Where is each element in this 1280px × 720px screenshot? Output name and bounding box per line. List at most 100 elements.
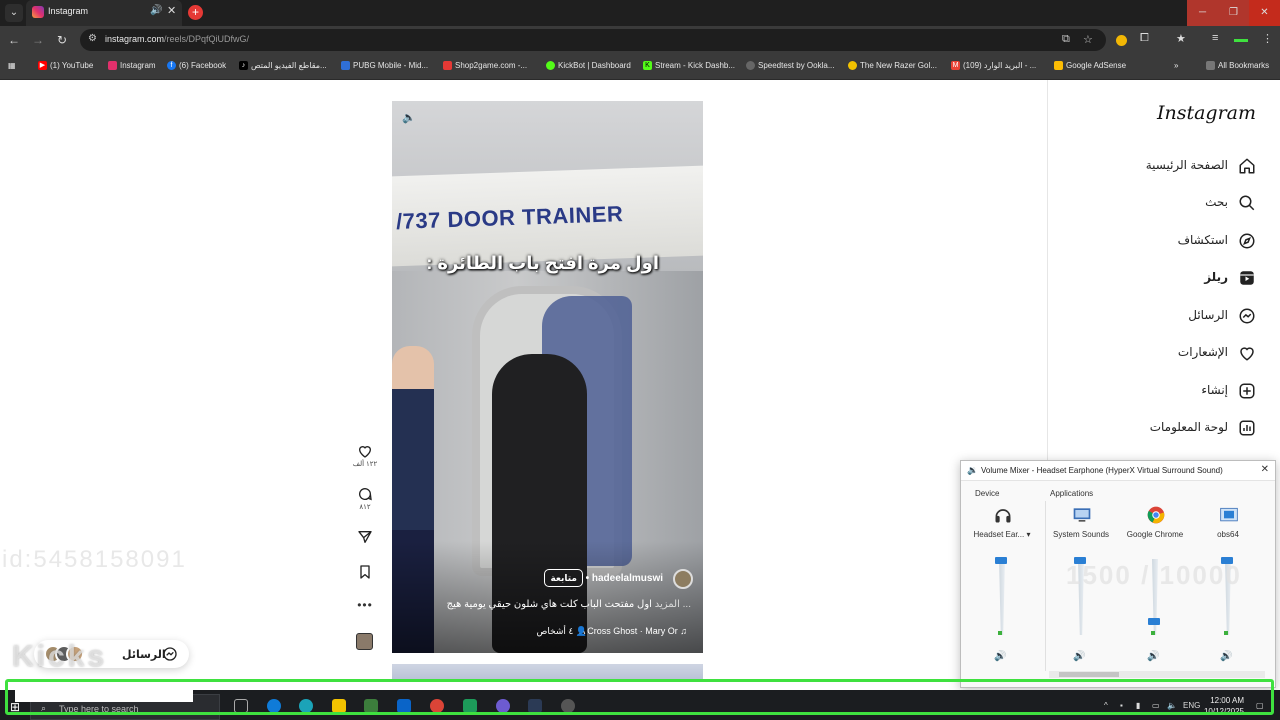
bookmark-pubg[interactable]: PUBG Mobile - Mid... (341, 61, 428, 70)
author-avatar[interactable] (673, 569, 693, 589)
like-button[interactable]: ١٢٢ ألف (349, 443, 381, 468)
sidebar-item-search[interactable]: بحث (1048, 188, 1280, 218)
favorites-icon[interactable]: ★ (1176, 32, 1186, 45)
level-meter (998, 631, 1002, 635)
instagram-favicon-icon (32, 6, 44, 18)
tagged-people[interactable]: 👤 ٤ أشخاص (536, 626, 587, 637)
sidebar-item-home[interactable]: الصفحة الرئيسية (1048, 151, 1280, 181)
bookmark-shop2game[interactable]: Shop2game.com -... (443, 61, 527, 70)
reel-music[interactable]: A Cross Ghost · Mary Or ♫ (579, 626, 687, 636)
slider-thumb[interactable] (995, 557, 1007, 564)
mixer-horizontal-scrollbar[interactable] (1049, 671, 1265, 678)
address-bar[interactable]: ⚙ instagram.com/reels/DPqfQiUDfwG/ ⧉ ☆ (80, 29, 1106, 51)
extension-circle-icon[interactable] (1116, 35, 1127, 46)
tab-audio-icon[interactable]: 🔊 (150, 5, 162, 16)
heart-icon (358, 446, 372, 458)
bookmark-youtube[interactable]: ▶ (1) YouTube (38, 61, 93, 70)
browser-menu-icon[interactable]: ⋮ (1262, 32, 1273, 45)
bookmark-star-icon[interactable]: ☆ (1083, 33, 1093, 46)
media-controls-icon[interactable]: ≡ (1212, 32, 1218, 44)
apps-grid-icon[interactable]: ▦ (8, 61, 16, 70)
volume-icon[interactable]: 🔈 (402, 111, 416, 124)
mute-speaker-icon[interactable]: 🔊 (994, 651, 1006, 662)
gmail-icon: M (951, 61, 960, 70)
kicks-overlay: Kicks (12, 640, 108, 673)
mixer-close-icon[interactable]: ✕ (1261, 464, 1269, 475)
bookmarks-bar: ▦ ▶ (1) YouTube Instagram f (6) Facebook ♪… (0, 55, 1280, 80)
window-controls: ─ ❐ ✕ (1187, 0, 1280, 26)
site-info-icon[interactable]: ⚙ (88, 33, 97, 44)
bookmark-instagram[interactable]: Instagram (108, 61, 156, 70)
reel-video[interactable]: /737 DOOR TRAINER اول مرة افتح باب الطائ… (392, 101, 703, 653)
sidebar-item-dashboard[interactable]: لوحة المعلومات (1048, 413, 1280, 443)
device-selector[interactable]: Headset Ear... ▾ (965, 530, 1039, 539)
bookmark-kickbot[interactable]: KickBot | Dashboard (546, 61, 631, 70)
author-username[interactable]: • hadeelalmuswi (586, 573, 663, 584)
sidebar-item-label: بحث (1205, 195, 1228, 209)
more-options-button[interactable]: ••• (349, 596, 381, 614)
comment-icon (359, 488, 372, 501)
speaker-icon: 🔉 (967, 465, 979, 475)
comment-button[interactable]: ٨١٢ (349, 486, 381, 511)
scrollbar-thumb[interactable] (1059, 672, 1119, 677)
caption-more[interactable]: ... المزيد (655, 599, 691, 610)
bookmark-tiktok[interactable]: ♪ مقاطع الفيديو المتص... (239, 61, 327, 70)
stream-id-overlay: id:5458158091 (2, 546, 187, 573)
sidebar-item-explore[interactable]: استكشاف (1048, 226, 1280, 256)
pubg-icon (341, 61, 350, 70)
razer-icon (848, 61, 857, 70)
mute-speaker-icon[interactable]: 🔊 (1073, 651, 1085, 662)
comment-count: ٨١٢ (359, 504, 371, 511)
headset-icon (995, 509, 1011, 523)
bookmark-gmail[interactable]: M البريد الوارد (109) - ... (951, 61, 1036, 70)
headset-volume-slider[interactable] (995, 557, 1009, 637)
overlay-green-frame (5, 679, 1274, 715)
channel-label: System Sounds (1052, 530, 1110, 539)
mute-speaker-icon[interactable]: 🔊 (1147, 651, 1159, 662)
install-app-icon[interactable]: ⧉ (1062, 33, 1070, 46)
kickbot-icon (546, 61, 555, 70)
save-button[interactable] (349, 564, 381, 580)
browser-tab-strip: ⌄ Instagram 🔊 ✕ + ─ ❐ ✕ (0, 0, 1280, 26)
forward-icon[interactable]: → (30, 32, 46, 48)
profile-icon[interactable] (1234, 39, 1248, 42)
sidebar-item-label: الصفحة الرئيسية (1145, 158, 1228, 172)
audio-thumbnail[interactable] (356, 633, 373, 650)
kick-icon: K (643, 61, 652, 70)
bookmark-facebook[interactable]: f (6) Facebook (167, 61, 226, 70)
bookmarks-overflow-icon[interactable]: » (1174, 61, 1178, 70)
more-icon: ••• (357, 598, 373, 612)
instagram-logo[interactable]: Instagram (1157, 102, 1256, 124)
tab-search-button[interactable]: ⌄ (5, 4, 23, 22)
adsense-icon (1054, 61, 1063, 70)
tab-instagram[interactable]: Instagram 🔊 ✕ (26, 0, 182, 26)
maximize-button[interactable]: ❐ (1218, 0, 1249, 26)
mute-speaker-icon[interactable]: 🔊 (1220, 651, 1232, 662)
back-icon[interactable]: ← (6, 32, 22, 48)
tiktok-icon: ♪ (239, 61, 248, 70)
tab-title: Instagram (48, 6, 89, 16)
follow-button[interactable]: متابعة (544, 569, 583, 587)
extensions-icon[interactable]: ⧠ (1140, 32, 1149, 45)
sidebar-item-notifications[interactable]: الإشعارات (1048, 338, 1280, 368)
home-icon (1239, 158, 1255, 174)
create-icon (1239, 383, 1255, 399)
share-button[interactable] (349, 529, 381, 545)
sidebar-item-create[interactable]: إنشاء (1048, 376, 1280, 406)
sidebar-item-messages[interactable]: الرسائل (1048, 301, 1280, 331)
next-reel-preview[interactable] (392, 664, 703, 680)
bookmark-razer[interactable]: The New Razer Gol... (848, 61, 937, 70)
all-bookmarks-button[interactable]: All Bookmarks (1206, 61, 1269, 70)
reload-icon[interactable]: ↻ (54, 32, 70, 48)
bookmark-kick-stream[interactable]: K Stream - Kick Dashb... (643, 61, 735, 70)
bookmark-speedtest[interactable]: Speedtest by Ookla... (746, 61, 835, 70)
slider-thumb[interactable] (1148, 617, 1160, 625)
close-window-button[interactable]: ✕ (1249, 0, 1280, 26)
tab-close-icon[interactable]: ✕ (167, 4, 176, 17)
sidebar-item-reels[interactable]: ريلز (1048, 263, 1280, 293)
bookmark-adsense[interactable]: Google AdSense (1054, 61, 1126, 70)
sidebar-item-label: الإشعارات (1177, 345, 1228, 359)
minimize-button[interactable]: ─ (1187, 0, 1218, 26)
new-tab-button[interactable]: + (188, 5, 203, 20)
reel-caption[interactable]: ... المزيد اول مفتحت الباب كلت هاي شلون … (447, 599, 691, 610)
